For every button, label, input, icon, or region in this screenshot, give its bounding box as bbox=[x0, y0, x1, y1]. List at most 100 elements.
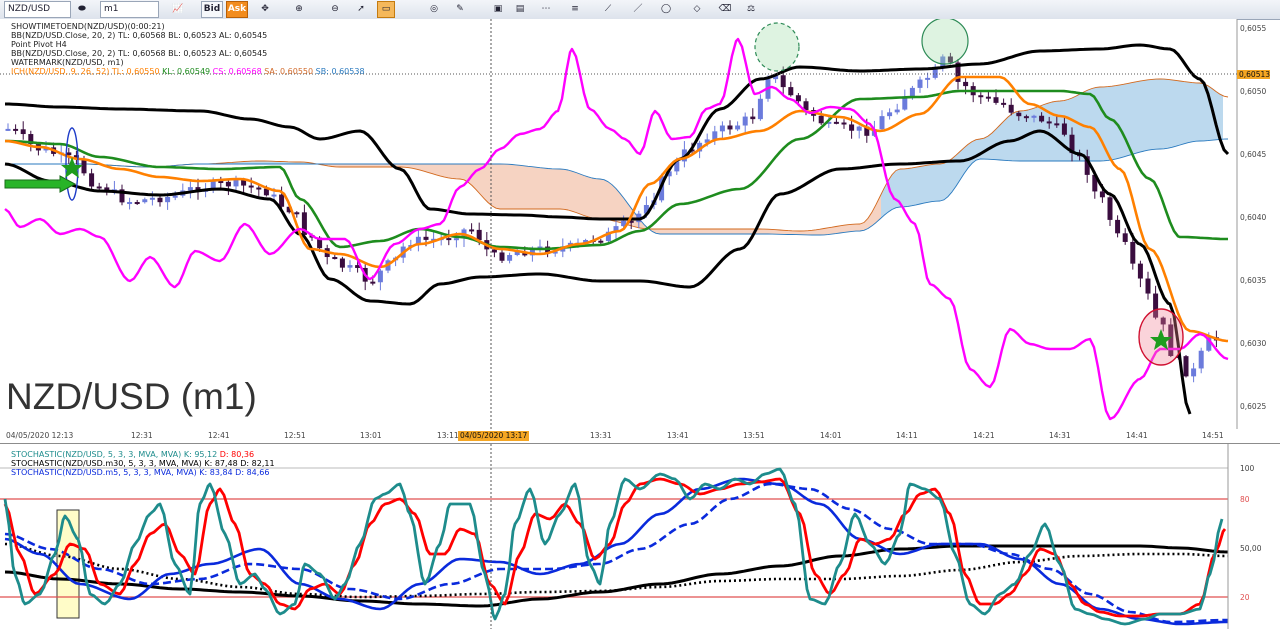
x-tick-label: 04/05/2020 12:13 bbox=[6, 431, 74, 440]
cloud-segment bbox=[521, 165, 527, 209]
legend-ich-kl: KL: 0,60549 bbox=[162, 67, 211, 76]
candle-body bbox=[963, 81, 969, 87]
shapes-icon[interactable]: ◇ bbox=[688, 1, 706, 18]
candle-body bbox=[453, 238, 459, 241]
candle-body bbox=[81, 159, 87, 174]
x-tick-label: 12:31 bbox=[131, 431, 153, 440]
y-tick-label: 0,6045 bbox=[1240, 150, 1267, 159]
cloud-segment bbox=[929, 164, 935, 203]
candle-body bbox=[788, 87, 794, 96]
cloud-segment bbox=[659, 229, 665, 234]
chart-type-icon[interactable]: ⬬ bbox=[72, 1, 92, 18]
stoch-legend-1-d: D: 80,36 bbox=[219, 450, 255, 459]
y-tick-label: 0,6025 bbox=[1240, 402, 1267, 411]
candle-body bbox=[727, 125, 733, 130]
cloud-segment bbox=[485, 164, 491, 206]
price-chart[interactable] bbox=[0, 19, 1280, 429]
candle-body bbox=[1198, 350, 1204, 369]
candle-body bbox=[750, 116, 756, 120]
legend-timer: SHOWTIMETOEND(NZD/USD)(0:00:21) bbox=[11, 22, 165, 31]
cloud-segment bbox=[1139, 80, 1145, 153]
stoch-legend-2: STOCHASTIC(NZD/USD.m30, 5, 3, 3, MVA, MV… bbox=[11, 459, 275, 468]
crosshair-icon[interactable]: ✥ bbox=[256, 1, 274, 18]
candle-body bbox=[134, 202, 140, 205]
candle-body bbox=[1130, 241, 1136, 264]
candle-body bbox=[856, 126, 862, 131]
cloud-segment bbox=[1151, 79, 1157, 150]
chart-toolbar: NZD/USD ⬬ m1 📈 Bid Ask ✥ ⊕ ⊖ ➚ ▭ ◎ ✎ ▣ ▤… bbox=[0, 0, 1280, 20]
stoch-legend-3: STOCHASTIC(NZD/USD.m5, 5, 3, 3, MVA, MVA… bbox=[11, 468, 270, 477]
cloud-segment bbox=[845, 224, 851, 233]
candle-body bbox=[1122, 233, 1128, 242]
candle-body bbox=[849, 124, 855, 131]
legend-pivot: Point Pivot H4 bbox=[11, 40, 67, 49]
cloud-segment bbox=[695, 229, 701, 234]
eraser-icon[interactable]: ⌫ bbox=[716, 1, 734, 18]
pencil-icon[interactable]: ✎ bbox=[451, 1, 469, 18]
cloud-segment bbox=[743, 229, 749, 234]
y-tick-label: 0,6040 bbox=[1240, 213, 1267, 222]
zoom-out-icon[interactable]: ⊖ bbox=[326, 1, 344, 18]
trendline-icon[interactable]: ／ bbox=[629, 1, 647, 18]
stoch-y-label: 20 bbox=[1240, 593, 1250, 602]
candle-body bbox=[370, 281, 376, 284]
y-tick-label: 0,6055 bbox=[1240, 24, 1267, 33]
candle-body bbox=[187, 187, 193, 191]
legend-watermark: WATERMARK(NZD/USD, m1) bbox=[11, 58, 124, 67]
chart-settings-icon[interactable]: 📈 bbox=[168, 1, 188, 18]
lines-icon[interactable]: ≡ bbox=[566, 1, 584, 18]
select-tool-icon[interactable]: ▭ bbox=[377, 1, 395, 18]
cloud-segment bbox=[1001, 117, 1007, 161]
cloud-segment bbox=[941, 161, 947, 201]
cloud-segment bbox=[1133, 81, 1139, 155]
image-icon[interactable]: ▣ bbox=[489, 1, 507, 18]
candle-body bbox=[887, 112, 893, 117]
zoom-in-icon[interactable]: ⊕ bbox=[290, 1, 308, 18]
ellipse-icon[interactable]: ◯ bbox=[657, 1, 675, 18]
candle-body bbox=[1107, 197, 1113, 220]
cloud-segment bbox=[923, 164, 929, 204]
candle-body bbox=[598, 240, 604, 243]
timeframe-select[interactable]: m1 bbox=[100, 1, 159, 18]
fibonacci-icon[interactable]: ⟋ bbox=[599, 1, 617, 18]
x-tick-label: 12:51 bbox=[284, 431, 306, 440]
ask-button[interactable]: Ask bbox=[226, 1, 248, 18]
x-tick-label: 14:21 bbox=[973, 431, 995, 440]
x-tick-label: 13:01 bbox=[360, 431, 382, 440]
bid-button[interactable]: Bid bbox=[201, 1, 223, 18]
candle-body bbox=[757, 98, 763, 120]
indicator-icon[interactable]: ⋯ bbox=[537, 1, 555, 18]
symbol-value: NZD/USD bbox=[8, 4, 51, 14]
candle-body bbox=[1099, 191, 1105, 198]
candle-body bbox=[96, 186, 102, 189]
cloud-segment bbox=[1175, 80, 1181, 147]
cloud-segment bbox=[893, 169, 899, 209]
crosshair-time-tag: 04/05/2020 13:17 bbox=[458, 431, 530, 441]
trading-icon[interactable]: ⚖ bbox=[742, 1, 760, 18]
cloud-segment bbox=[563, 169, 569, 211]
globe-icon[interactable]: ◎ bbox=[425, 1, 443, 18]
cloud-segment bbox=[611, 183, 617, 222]
candle-body bbox=[20, 129, 26, 135]
y-tick-label: 0,6035 bbox=[1240, 276, 1267, 285]
symbol-select[interactable]: NZD/USD bbox=[4, 1, 71, 18]
x-tick-label: 13:51 bbox=[743, 431, 765, 440]
cursor-icon[interactable]: ➚ bbox=[352, 1, 370, 18]
cloud-segment bbox=[905, 168, 911, 207]
cloud-segment bbox=[509, 164, 515, 209]
cloud-segment bbox=[557, 168, 563, 210]
cloud-segment bbox=[1055, 100, 1061, 161]
y-tick-label: 0,6030 bbox=[1240, 339, 1267, 348]
cloud-segment bbox=[683, 229, 689, 234]
cloud-segment bbox=[767, 229, 773, 235]
candle-body bbox=[157, 197, 163, 203]
template-icon[interactable]: ▤ bbox=[511, 1, 529, 18]
cloud-segment bbox=[1157, 79, 1163, 150]
candle-body bbox=[1039, 115, 1045, 122]
cloud-segment bbox=[707, 229, 713, 234]
cloud-segment bbox=[713, 229, 719, 234]
cloud-segment bbox=[575, 172, 581, 215]
cloud-segment bbox=[437, 164, 443, 177]
x-tick-label: 14:41 bbox=[1126, 431, 1148, 440]
cloud-segment bbox=[983, 135, 989, 160]
